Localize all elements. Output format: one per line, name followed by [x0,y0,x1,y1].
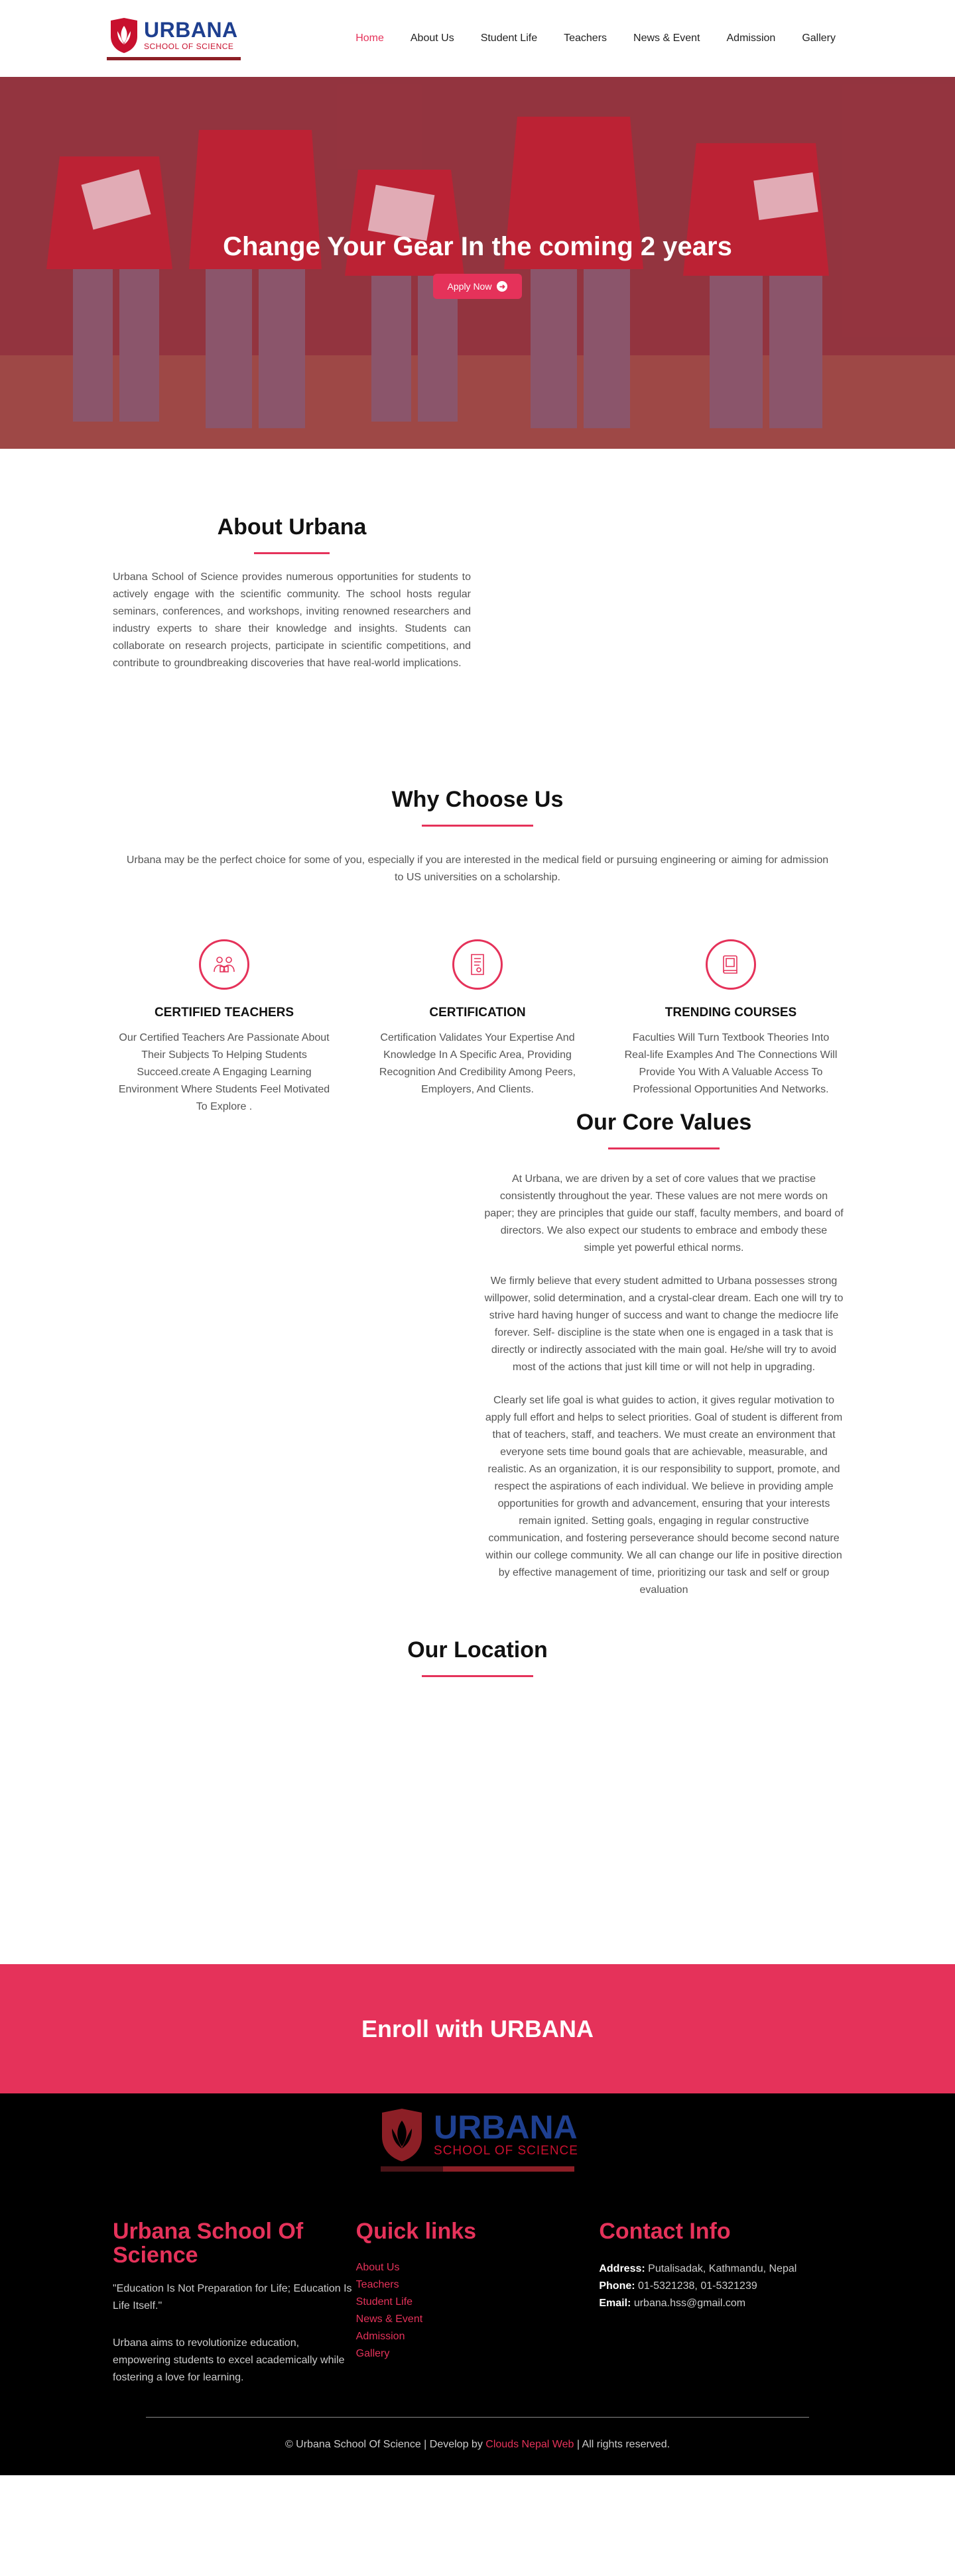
nav-student-life[interactable]: Student Life [481,32,537,44]
footer-link-admission[interactable]: Admission [356,2328,600,2345]
core-paragraph: At Urbana, we are driven by a set of cor… [484,1173,844,1254]
title-underline [422,825,533,827]
title-underline [608,1147,720,1149]
footer-logo-subtitle: SCHOOL OF SCIENCE [434,2144,578,2158]
footer-columns: Urbana School Of Science "Education Is N… [113,2219,842,2386]
site-header: URBANA SCHOOL OF SCIENCE Home About Us S… [0,0,955,77]
location-section: Our Location [0,1636,955,1964]
footer-logo-name: URBANA [434,2109,578,2146]
footer-quick-links: Quick links About Us Teachers Student Li… [356,2219,600,2386]
feature-certification: CERTIFICATION Certification Validates Yo… [368,939,587,1116]
footer-link-gallery[interactable]: Gallery [356,2345,600,2363]
footer-link-teachers[interactable]: Teachers [356,2276,600,2294]
shield-logo-icon [111,18,137,53]
nav-teachers[interactable]: Teachers [564,32,607,44]
about-section: About Urbana Urbana School of Science pr… [0,449,955,714]
feature-certified-teachers: CERTIFIED TEACHERS Our Certified Teacher… [115,939,334,1116]
developer-link[interactable]: Clouds Nepal Web [485,2439,574,2450]
apply-now-button[interactable]: Apply Now ➜ [432,274,523,299]
footer-contact: Contact Info Address: Putalisadak, Kathm… [599,2219,842,2386]
footer-quote: "Education Is Not Preparation for Life; … [113,2283,352,2312]
core-paragraph: We firmly believe that every student adm… [484,1275,844,1373]
core-paragraph: Clearly set life goal is what guides to … [485,1395,843,1596]
about-text: Urbana School of Science provides numero… [113,571,471,669]
arrow-right-icon: ➜ [497,281,508,292]
enroll-banner: Enroll with URBANA [0,1964,955,2093]
feature-title: CERTIFICATION [429,1006,526,1020]
footer-about: Urbana School Of Science "Education Is N… [113,2219,356,2386]
footer-link-news-event[interactable]: News & Event [356,2311,600,2328]
why-lead-text: Urbana may be the perfect choice for som… [126,854,829,883]
footer-link-student-life[interactable]: Student Life [356,2294,600,2311]
nav-news-event[interactable]: News & Event [633,32,700,44]
nav-about-us[interactable]: About Us [411,32,454,44]
nav-gallery[interactable]: Gallery [802,32,836,44]
location-title: Our Location [407,1637,548,1663]
why-choose-section: Why Choose Us Urbana may be the perfect … [0,714,955,1112]
core-values-section: Our Core Values At Urbana, we are driven… [0,1067,955,1636]
site-footer: URBANA SCHOOL OF SCIENCE Urbana School O… [0,2093,955,2475]
feature-text: Our Certified Teachers Are Passionate Ab… [118,1032,330,1112]
footer-school-title: Urbana School Of Science [113,2219,304,2268]
nav-home[interactable]: Home [355,32,384,44]
contact-phone: Phone: 01-5321238, 01-5321239 [599,2280,757,2292]
contact-email[interactable]: Email: urbana.hss@gmail.com [599,2295,842,2312]
title-underline [422,1675,533,1677]
nav-admission[interactable]: Admission [727,32,776,44]
footer-aim: Urbana aims to revolutionize education, … [113,2337,345,2383]
hero-banner: Change Your Gear In the coming 2 years A… [0,77,955,449]
why-title: Why Choose Us [391,787,564,812]
contact-title: Contact Info [599,2219,731,2244]
features-row: CERTIFIED TEACHERS Our Certified Teacher… [115,939,840,1116]
logo-underline [381,2166,574,2172]
feature-text: Faculties Will Turn Textbook Theories In… [624,1032,838,1095]
footer-divider [146,2417,809,2418]
shield-logo-icon [382,2109,422,2162]
map-embed[interactable] [113,1704,842,1936]
enroll-title: Enroll with URBANA [361,2015,594,2042]
copyright: © Urbana School Of Science | Develop by … [285,2439,670,2450]
contact-address: Address: Putalisadak, Kathmandu, Nepal [599,2263,797,2274]
hero-title: Change Your Gear In the coming 2 years [223,232,732,261]
feature-trending-courses: TRENDING COURSES Faculties Will Turn Tex… [621,939,840,1116]
feature-text: Certification Validates Your Expertise A… [379,1032,576,1095]
site-logo[interactable]: URBANA SCHOOL OF SCIENCE [107,17,241,60]
logo-subtitle: SCHOOL OF SCIENCE [144,42,234,51]
teachers-icon [199,939,249,990]
about-title: About Urbana [217,514,367,540]
feature-title: TRENDING COURSES [665,1006,797,1020]
main-nav: Home About Us Student Life Teachers News… [355,32,836,44]
logo-name: URBANA [144,18,238,42]
logo-underline [107,57,241,60]
footer-link-about-us[interactable]: About Us [356,2259,600,2276]
footer-logo[interactable]: URBANA SCHOOL OF SCIENCE [0,2093,955,2172]
feature-title: CERTIFIED TEACHERS [154,1006,294,1020]
apply-now-label: Apply Now [447,281,492,292]
certificate-icon [452,939,503,990]
title-underline [254,552,330,554]
quick-links-title: Quick links [355,2219,477,2244]
book-icon [706,939,756,990]
